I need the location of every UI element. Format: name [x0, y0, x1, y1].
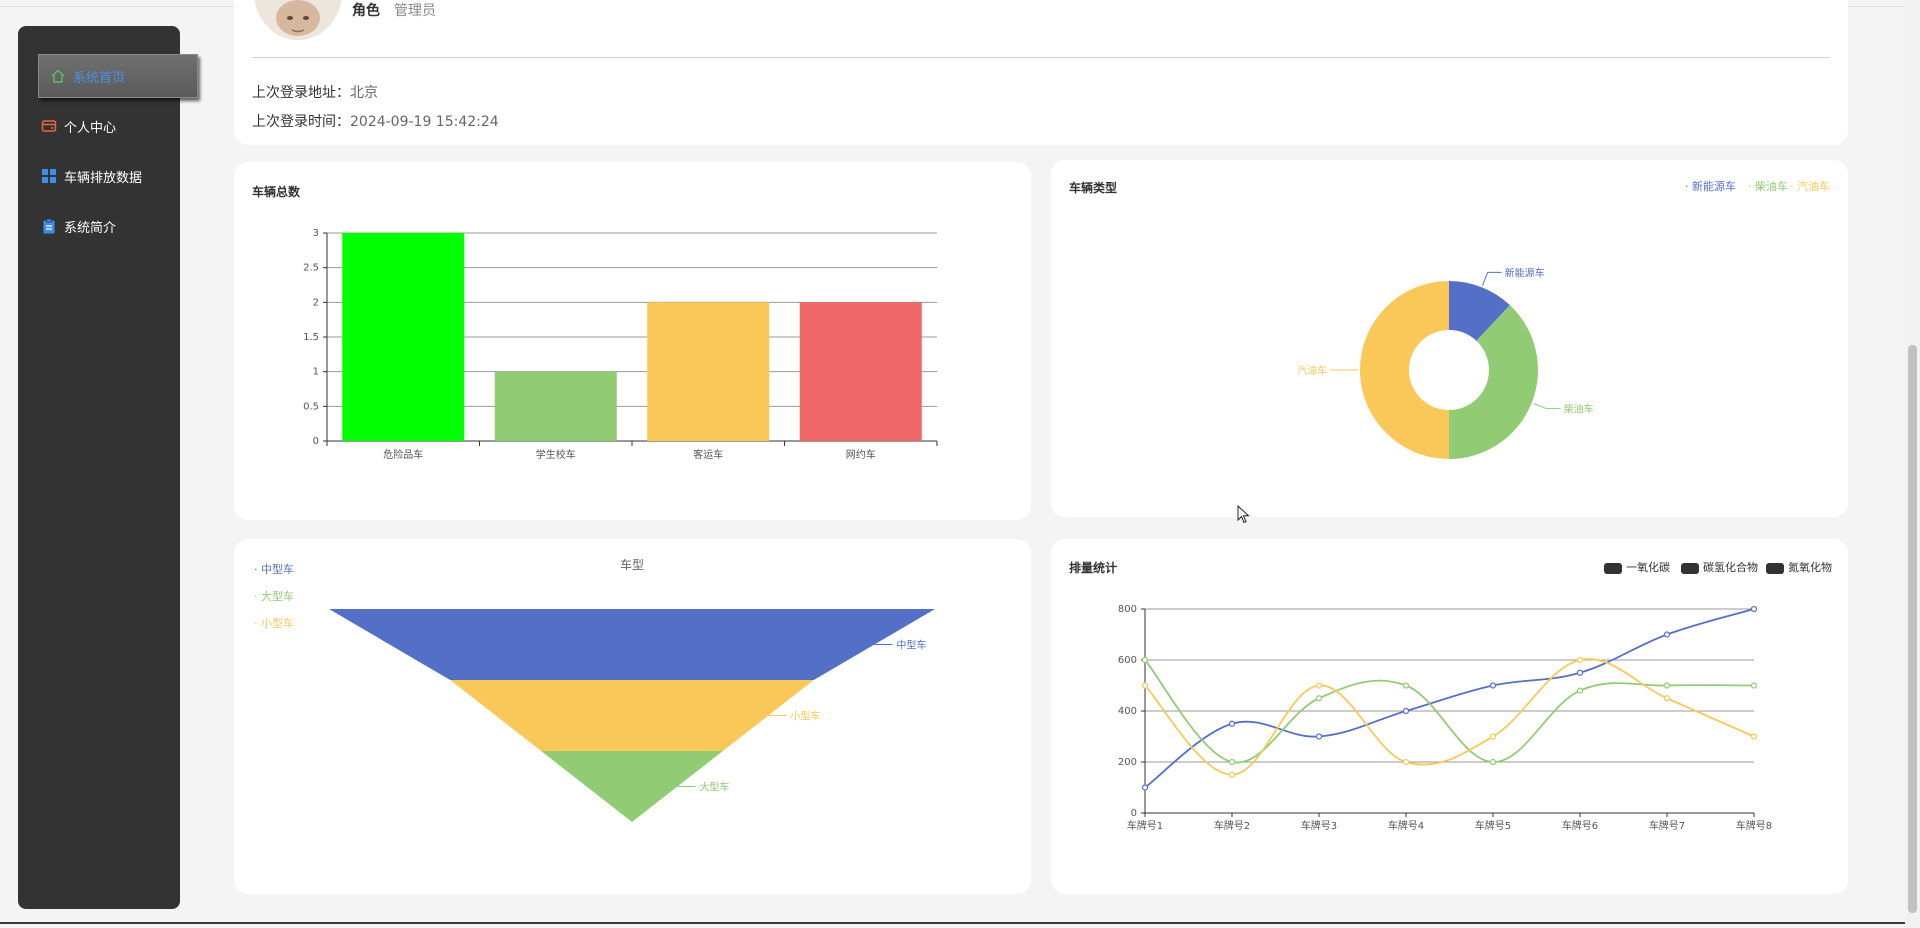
pie-label: 柴油车: [1564, 403, 1594, 416]
footer-divider: [0, 922, 1905, 924]
data-point: [1663, 631, 1671, 638]
data-point: [1489, 733, 1497, 740]
y-tick-label: 0: [313, 436, 319, 447]
bar: [799, 302, 922, 441]
vehicle-model-card: · 中型车 · 大型车 · 小型车 车型 中型车 小型车 大型车: [234, 539, 1031, 894]
data-point: [1750, 733, 1758, 740]
wallet-icon: [40, 117, 58, 135]
data-point: [1402, 758, 1410, 766]
funnel-label: 中型车: [896, 639, 926, 652]
series-line: [1144, 608, 1755, 789]
sidebar-item-label: 车辆排放数据: [64, 170, 143, 186]
data-point: [1141, 784, 1149, 791]
data-point: [1663, 695, 1671, 702]
pie-slice: [1360, 281, 1449, 459]
vehicle-type-card: 车辆类型 · 新能源车 · 柴油车 · 汽油车 新能源车 柴油车 汽油车: [1051, 160, 1848, 517]
x-tick-label: 危险品车: [383, 448, 423, 461]
last-login-time: 上次登录时间：2024-09-19 15:42:24: [252, 114, 499, 130]
x-tick-label: 车牌号6: [1562, 819, 1598, 832]
sidebar-item-about[interactable]: 系统简介: [30, 204, 198, 248]
sidebar-item-profile[interactable]: 个人中心: [30, 104, 198, 148]
data-point: [1402, 682, 1410, 689]
data-point: [1141, 682, 1149, 689]
data-point: [1489, 758, 1497, 766]
y-tick-label: 200: [1118, 757, 1137, 768]
emission-stats-card: 排量统计 一氧化碳 碳氢化合物 氮氧化物 0 200 400 600 800 车牌号1 车牌…: [1051, 539, 1848, 894]
line-chart: 0 200 400 600 800 车牌号1 车牌号2 车牌号3 车牌号4 车牌号5 车牌号6 车牌号…: [1118, 604, 1772, 832]
pie-label: 新能源车: [1505, 266, 1545, 279]
sidebar-item-label: 个人中心: [64, 120, 117, 136]
y-tick-label: 400: [1118, 706, 1137, 717]
avatar: [254, 0, 342, 40]
x-tick-label: 车牌号7: [1649, 819, 1685, 832]
clipboard-icon: [40, 217, 58, 235]
funnel-segment: [541, 751, 723, 822]
funnel-segment: [329, 609, 935, 680]
sidebar-item-emission-data[interactable]: 车辆排放数据: [30, 154, 198, 198]
x-tick-label: 学生校车: [536, 448, 576, 461]
data-point: [1315, 695, 1323, 702]
x-tick-label: 车牌号1: [1127, 819, 1163, 832]
profile-divider: [252, 57, 1830, 58]
grid-icon: [40, 167, 58, 185]
x-tick-label: 车牌号2: [1214, 819, 1250, 832]
data-point: [1141, 656, 1149, 664]
pie-label-line: [1482, 271, 1502, 286]
sidebar-item-home[interactable]: 系统首页: [38, 54, 198, 98]
data-point: [1228, 720, 1236, 727]
data-point: [1402, 707, 1410, 715]
funnel-label: 大型车: [699, 781, 729, 794]
data-point: [1576, 656, 1584, 664]
pie-chart: 新能源车柴油车 汽油车: [1297, 266, 1594, 459]
data-point: [1750, 682, 1758, 689]
scrollbar-thumb[interactable]: [1908, 345, 1917, 913]
sidebar-item-label: 系统简介: [64, 220, 117, 236]
data-point: [1489, 682, 1497, 689]
vehicle-total-card: 车辆总数 0 0.5 1 1.5 2 2.5 3 危险品车 学生校车 客运车 网约车: [234, 162, 1031, 520]
funnel-label: 小型车: [790, 710, 820, 723]
x-tick-label: 车牌号5: [1475, 819, 1511, 832]
y-tick-label: 600: [1118, 655, 1137, 666]
profile-card: 角色 管理员 上次登录地址：北京 上次登录时间：2024-09-19 15:42…: [234, 0, 1848, 145]
y-tick-label: 3: [313, 228, 319, 239]
x-tick-label: 网约车: [846, 448, 876, 461]
data-point: [1576, 687, 1584, 694]
pie-label-line: [1533, 403, 1561, 410]
x-tick-label: 车牌号8: [1736, 819, 1772, 832]
data-point: [1315, 733, 1323, 740]
series-line: [1144, 658, 1755, 776]
y-tick-label: 2: [313, 297, 319, 308]
funnel-segment: [450, 680, 814, 751]
y-tick-label: 1.5: [303, 332, 319, 343]
data-point: [1228, 771, 1236, 778]
sidebar-item-label: 系统首页: [73, 70, 126, 86]
x-tick-label: 车牌号3: [1301, 819, 1337, 832]
y-tick-label: 2.5: [303, 263, 319, 274]
data-point: [1228, 758, 1236, 766]
data-point: [1315, 682, 1323, 689]
data-point: [1576, 669, 1584, 676]
data-point: [1750, 605, 1758, 613]
pie-label: 汽油车: [1297, 364, 1327, 377]
bar: [647, 302, 770, 441]
last-login-location: 上次登录地址：北京: [252, 85, 378, 101]
y-tick-label: 0: [1131, 808, 1137, 819]
bar: [494, 371, 617, 441]
x-tick-label: 客运车: [693, 448, 723, 461]
data-point: [1663, 682, 1671, 689]
home-icon: [49, 67, 67, 85]
user-role: 管理员: [394, 3, 436, 19]
bar: [342, 233, 465, 441]
x-tick-label: 车牌号4: [1388, 819, 1424, 832]
bar-chart: 0 0.5 1 1.5 2 2.5 3 危险品车 学生校车 客运车 网约车: [303, 228, 938, 461]
username: 角色: [352, 3, 380, 19]
mouse-cursor-icon: [1237, 505, 1250, 524]
funnel-chart: 中型车小型车大型车: [329, 609, 935, 822]
y-tick-label: 1: [313, 367, 319, 378]
y-tick-label: 0.5: [303, 401, 319, 412]
y-tick-label: 800: [1118, 604, 1137, 615]
